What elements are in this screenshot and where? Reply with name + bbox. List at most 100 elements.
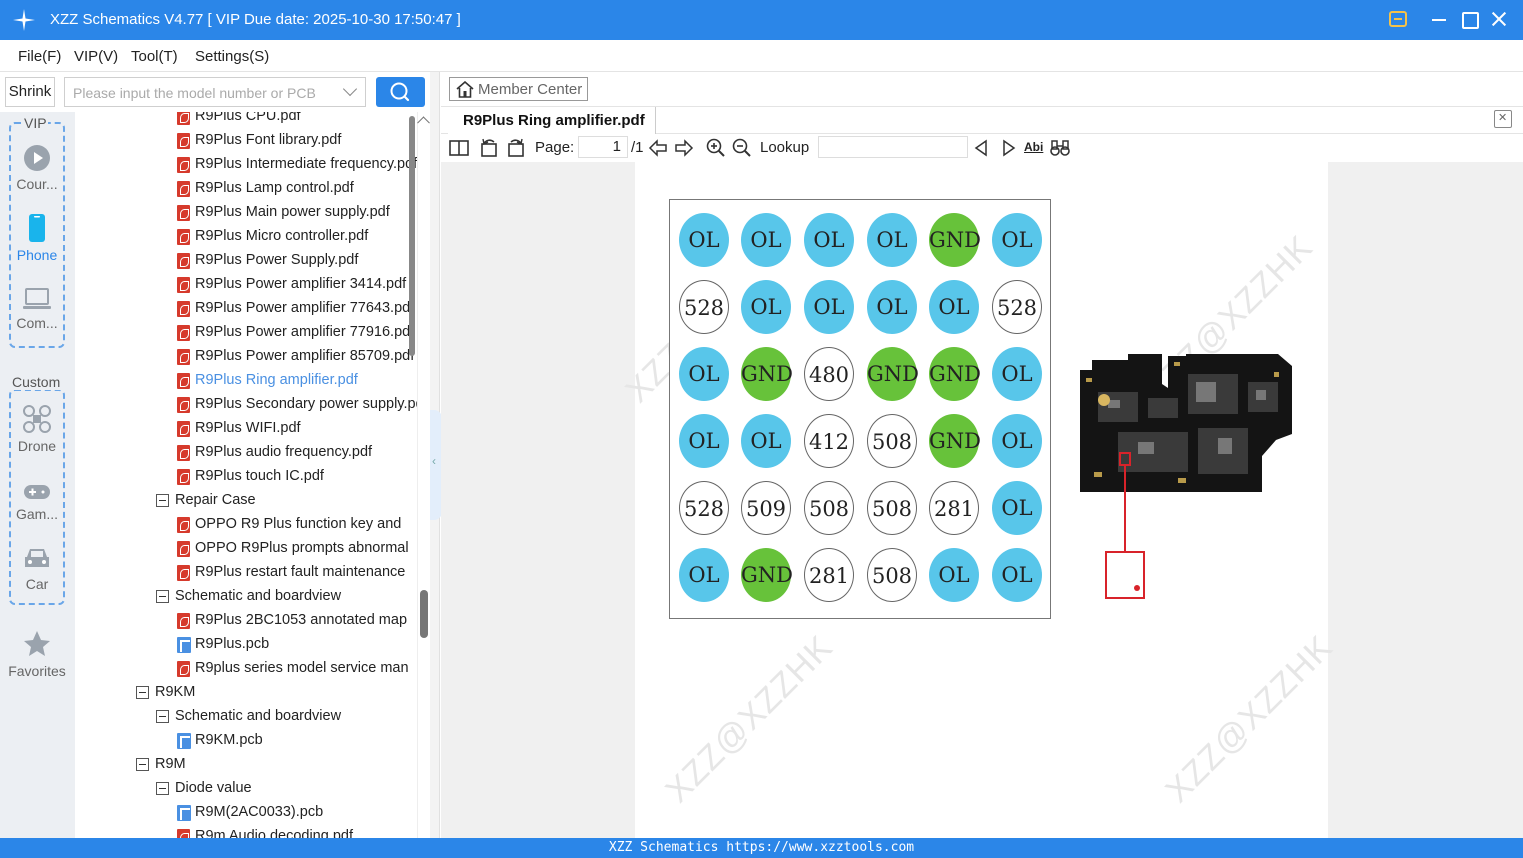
collapse-toggle-icon[interactable] [156, 782, 169, 795]
close-button[interactable] [1488, 8, 1510, 30]
tree-file[interactable]: R9Plus Power amplifier 77916.pdf [75, 321, 417, 345]
tree-item-label: R9Plus Power Supply.pdf [195, 252, 359, 268]
tree-file[interactable]: R9Plus Main power supply.pdf [75, 201, 417, 225]
tree-file[interactable]: R9M(2AC0033).pcb [75, 801, 417, 825]
tree-file[interactable]: R9Plus Intermediate frequency.pdf [75, 153, 417, 177]
menu-settings[interactable]: Settings(S) [195, 48, 269, 65]
vip-badge-icon[interactable] [1389, 11, 1407, 27]
phone-icon [29, 214, 45, 242]
collapse-toggle-icon[interactable] [156, 494, 169, 507]
search-input[interactable] [73, 83, 333, 103]
tree-folder[interactable]: R9KM [75, 681, 417, 705]
tree-item-label: R9Plus Secondary power supply.pdf [195, 396, 417, 412]
tree-file[interactable]: R9Plus Power amplifier 85709.pdf [75, 345, 417, 369]
close-document-icon[interactable] [1494, 110, 1512, 128]
tree-file[interactable]: R9Plus.pcb [75, 633, 417, 657]
previous-page-icon[interactable] [647, 137, 669, 159]
tree-folder[interactable]: Schematic and boardview [75, 585, 417, 609]
tree-item-label: R9Plus Main power supply.pdf [195, 204, 390, 220]
tree-file[interactable]: R9plus series model service man [75, 657, 417, 681]
match-case-icon[interactable]: Abi [1024, 140, 1043, 154]
sidebar-item-courses[interactable]: Cour... [5, 144, 69, 192]
page-number-input[interactable]: 1 [578, 136, 628, 158]
tree-folder[interactable]: Schematic and boardview [75, 705, 417, 729]
search-button[interactable] [376, 77, 425, 107]
app-logo-icon [13, 9, 35, 31]
tree-item-label: R9Plus Power amplifier 77643.pdf [195, 300, 415, 316]
find-next-icon[interactable] [997, 137, 1019, 159]
maximize-button[interactable] [1458, 8, 1480, 30]
tree-file[interactable]: R9m Audio decoding.pdf [75, 825, 417, 838]
collapse-toggle-icon[interactable] [136, 686, 149, 699]
tree-file[interactable]: R9Plus Secondary power supply.pdf [75, 393, 417, 417]
tree-item-label: R9Plus touch IC.pdf [195, 468, 324, 484]
tree-item-label: R9Plus audio frequency.pdf [195, 444, 373, 460]
rotate-right-icon[interactable] [505, 137, 527, 159]
pin-value: 281 [929, 481, 979, 535]
tree-file[interactable]: R9Plus CPU.pdf [75, 112, 417, 129]
tree-scrollbar[interactable] [417, 112, 430, 838]
menu-tool[interactable]: Tool(T) [131, 48, 178, 65]
tree-file[interactable]: OPPO R9Plus prompts abnormal [75, 537, 417, 561]
tree-file[interactable]: R9Plus restart fault maintenance [75, 561, 417, 585]
tree-scroll-thumb-secondary[interactable] [420, 590, 428, 638]
menu-file[interactable]: File(F) [18, 48, 61, 65]
tree-item-label: R9Plus Power amplifier 3414.pdf [195, 276, 407, 292]
tree-item-label: R9Plus Micro controller.pdf [195, 228, 369, 244]
tree-folder[interactable]: Diode value [75, 777, 417, 801]
find-previous-icon[interactable] [971, 137, 993, 159]
tree-file[interactable]: R9Plus Lamp control.pdf [75, 177, 417, 201]
lookup-input[interactable] [818, 136, 968, 158]
tree-file[interactable]: R9Plus audio frequency.pdf [75, 441, 417, 465]
tree-scroll-thumb[interactable] [409, 116, 415, 356]
tree-file[interactable]: R9KM.pcb [75, 729, 417, 753]
tree-file[interactable]: OPPO R9 Plus function key and [75, 513, 417, 537]
chevron-down-icon[interactable] [342, 81, 358, 97]
collapse-toggle-icon[interactable] [156, 590, 169, 603]
sidebar-item-car[interactable]: Car [5, 546, 69, 592]
pcb-file-icon [177, 805, 191, 821]
pin-value: OL [741, 414, 791, 468]
pin-value: OL [992, 548, 1042, 602]
tree-file[interactable]: R9Plus Power amplifier 77643.pdf [75, 297, 417, 321]
tree-item-label: Schematic and boardview [175, 588, 342, 604]
tree-file[interactable]: R9Plus Font library.pdf [75, 129, 417, 153]
rotate-left-icon[interactable] [478, 137, 500, 159]
dual-page-icon[interactable] [448, 137, 470, 159]
next-page-icon[interactable] [673, 137, 695, 159]
tree-file[interactable]: R9Plus Micro controller.pdf [75, 225, 417, 249]
pin-value: 508 [867, 548, 917, 602]
member-center-label: Member Center [478, 81, 583, 98]
tree-file[interactable]: R9Plus Power Supply.pdf [75, 249, 417, 273]
pin-value: OL [804, 280, 854, 334]
sidebar-item-label: Phone [16, 247, 58, 263]
tab-document[interactable]: R9Plus Ring amplifier.pdf [448, 107, 656, 134]
tree-file[interactable]: R9Plus 2BC1053 annotated map [75, 609, 417, 633]
sidebar-item-drone[interactable]: Drone [5, 404, 69, 454]
menu-vip[interactable]: VIP(V) [74, 48, 118, 65]
zoom-out-icon[interactable] [731, 137, 753, 159]
pin-value: 281 [804, 548, 854, 602]
sidebar-item-game[interactable]: Gam... [5, 482, 69, 522]
tree-file[interactable]: R9Plus WIFI.pdf [75, 417, 417, 441]
member-center-button[interactable]: Member Center [449, 77, 588, 101]
shrink-button[interactable]: Shrink [5, 77, 55, 107]
tree-file[interactable]: R9Plus Ring amplifier.pdf [75, 369, 417, 393]
pdf-file-icon [177, 445, 190, 461]
custom-group-title: Custom [11, 374, 62, 390]
sidebar-item-favorites[interactable]: Favorites [5, 629, 69, 679]
collapse-toggle-icon[interactable] [156, 710, 169, 723]
tree-item-label: R9m Audio decoding.pdf [195, 828, 353, 838]
tree-folder[interactable]: R9M [75, 753, 417, 777]
binoculars-icon[interactable] [1049, 137, 1071, 159]
zoom-in-icon[interactable] [705, 137, 727, 159]
sidebar-item-computer[interactable]: Com... [5, 287, 69, 331]
sidebar-item-phone[interactable]: Phone [5, 213, 69, 263]
tree-folder[interactable]: Repair Case [75, 489, 417, 513]
collapse-toggle-icon[interactable] [136, 758, 149, 771]
pdf-file-icon [177, 277, 190, 293]
minimize-button[interactable] [1428, 8, 1450, 30]
tree-file[interactable]: R9Plus Power amplifier 3414.pdf [75, 273, 417, 297]
tree-file[interactable]: R9Plus touch IC.pdf [75, 465, 417, 489]
model-search-box[interactable] [64, 77, 366, 107]
